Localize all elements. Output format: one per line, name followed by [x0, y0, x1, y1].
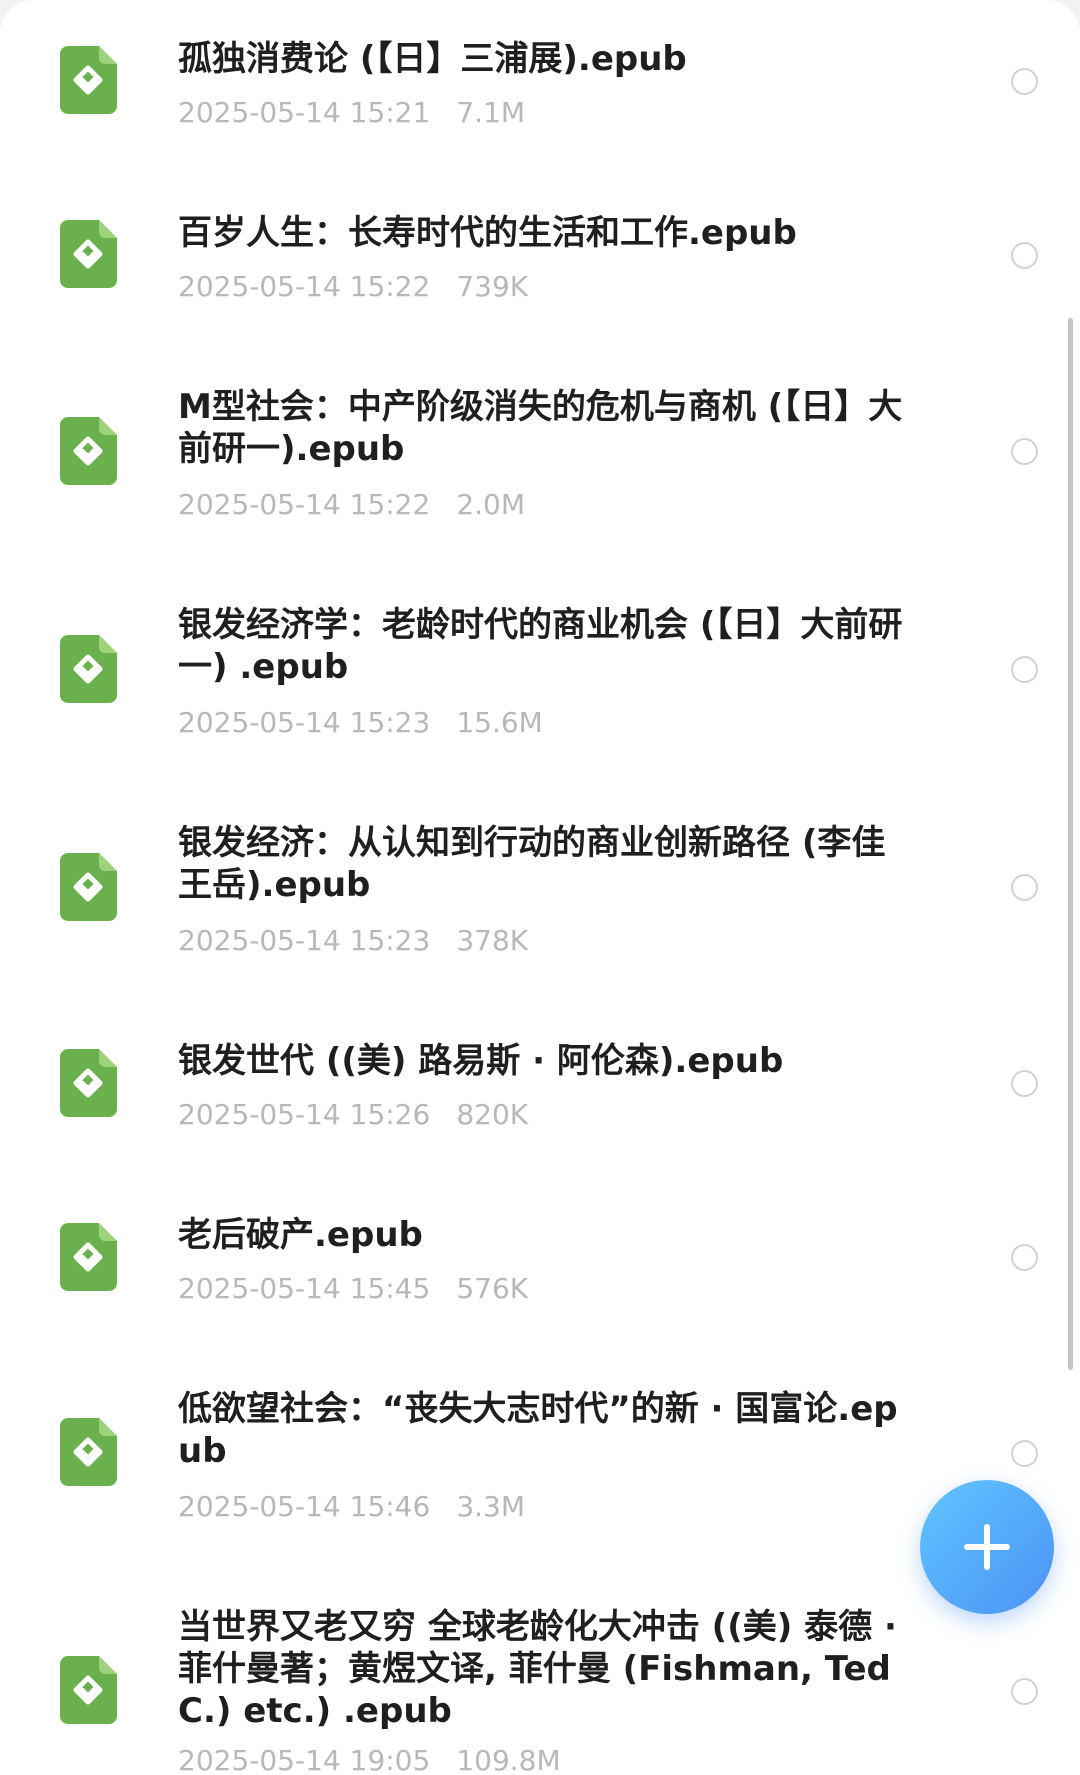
- epub-file-icon: [60, 46, 117, 114]
- file-size: 739K: [456, 270, 529, 303]
- epub-file-icon: [60, 1656, 117, 1724]
- file-size: 7.1M: [456, 96, 526, 129]
- file-name: 低欲望社会：“丧失大志时代”的新 · 国富论.epub: [178, 1389, 898, 1471]
- file-size: 15.6M: [456, 706, 543, 739]
- file-date: 2025-05-14 19:05: [178, 1744, 431, 1775]
- select-radio[interactable]: [1011, 1070, 1038, 1097]
- file-date: 2025-05-14 15:23: [178, 706, 431, 739]
- file-date: 2025-05-14 15:23: [178, 924, 431, 957]
- epub-file-icon: [60, 1223, 117, 1291]
- file-name: M型社会：中产阶级消失的危机与商机 (【日】大前研一).epub: [178, 387, 903, 469]
- file-meta: 2025-05-14 15:23 378K: [178, 924, 528, 958]
- file-size: 820K: [456, 1098, 529, 1131]
- select-radio[interactable]: [1011, 68, 1038, 95]
- file-date: 2025-05-14 15:22: [178, 270, 431, 303]
- plus-icon: [964, 1524, 1010, 1570]
- epub-file-icon: [60, 1418, 117, 1486]
- file-date: 2025-05-14 15:26: [178, 1098, 431, 1131]
- file-date: 2025-05-14 15:45: [178, 1272, 431, 1305]
- select-radio[interactable]: [1011, 874, 1038, 901]
- file-size: 576K: [456, 1272, 529, 1305]
- file-meta: 2025-05-14 19:05 109.8M: [178, 1744, 561, 1775]
- epub-file-icon: [60, 417, 117, 485]
- file-size: 378K: [456, 924, 529, 957]
- epub-file-icon: [60, 853, 117, 921]
- file-list-sheet: 孤独消费论 (【日】三浦展).epub 2025-05-14 15:21 7.1M…: [0, 0, 1080, 1775]
- file-name: 银发经济学：老龄时代的商业机会 (【日】大前研一) .epub: [178, 605, 903, 687]
- file-date: 2025-05-14 15:46: [178, 1490, 431, 1523]
- select-radio[interactable]: [1011, 1440, 1038, 1467]
- select-radio[interactable]: [1011, 1244, 1038, 1271]
- select-radio[interactable]: [1011, 438, 1038, 465]
- file-date: 2025-05-14 15:21: [178, 96, 431, 129]
- epub-file-icon: [60, 635, 117, 703]
- file-meta: 2025-05-14 15:26 820K: [178, 1098, 528, 1132]
- epub-file-icon: [60, 220, 117, 288]
- add-button[interactable]: [920, 1480, 1054, 1614]
- file-size: 2.0M: [456, 488, 526, 521]
- epub-file-icon: [60, 1049, 117, 1117]
- file-meta: 2025-05-14 15:22 739K: [178, 270, 528, 304]
- file-name: 银发经济：从认知到行动的商业创新路径 (李佳 王岳).epub: [178, 823, 886, 905]
- file-size: 3.3M: [456, 1490, 526, 1523]
- select-radio[interactable]: [1011, 242, 1038, 269]
- file-meta: 2025-05-14 15:21 7.1M: [178, 96, 525, 130]
- scrollbar[interactable]: [1068, 318, 1073, 1370]
- file-date: 2025-05-14 15:22: [178, 488, 431, 521]
- file-name: 百岁人生：长寿时代的生活和工作.epub: [178, 213, 797, 253]
- file-meta: 2025-05-14 15:22 2.0M: [178, 488, 525, 522]
- file-size: 109.8M: [456, 1744, 561, 1775]
- select-radio[interactable]: [1011, 1678, 1038, 1705]
- file-name: 孤独消费论 (【日】三浦展).epub: [178, 39, 687, 79]
- file-meta: 2025-05-14 15:23 15.6M: [178, 706, 543, 740]
- file-name: 当世界又老又穷 全球老龄化大冲击 ((美) 泰德 · 菲什曼著；黄煜文译, 菲什…: [178, 1607, 897, 1731]
- file-meta: 2025-05-14 15:46 3.3M: [178, 1490, 525, 1524]
- file-name: 银发世代 ((美) 路易斯 · 阿伦森).epub: [178, 1041, 784, 1081]
- select-radio[interactable]: [1011, 656, 1038, 683]
- file-meta: 2025-05-14 15:45 576K: [178, 1272, 528, 1306]
- file-name: 老后破产.epub: [178, 1215, 423, 1255]
